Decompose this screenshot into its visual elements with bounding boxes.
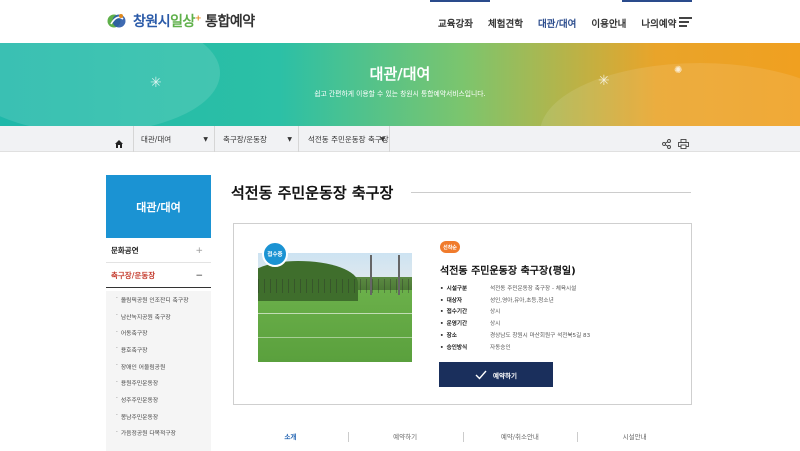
info-value: 석전동 주민운동장 축구장 - 체육시설 bbox=[490, 285, 577, 292]
check-icon bbox=[475, 370, 487, 380]
info-value: 성인,영아,유아,초등,청소년 bbox=[490, 297, 554, 304]
info-key: 승인방식 bbox=[440, 343, 490, 351]
nav-guide[interactable]: 이용안내 bbox=[591, 16, 626, 30]
tab-facility-info[interactable]: 시설안내 bbox=[577, 425, 692, 447]
info-row: 운영기간상시 bbox=[440, 317, 590, 329]
logo-main: 창원시 bbox=[133, 14, 171, 30]
topbar-accent bbox=[622, 0, 692, 2]
info-row: 승인방식자동승인 bbox=[440, 341, 590, 353]
sidebar-item[interactable]: 어동축구장 bbox=[106, 324, 211, 341]
facility-info: 시설구분석전동 주민운동장 축구장 - 체육시설 대상자성인,영아,유아,초등,… bbox=[440, 282, 591, 353]
site-logo[interactable]: 창원시일상+ 통합예약 bbox=[106, 10, 255, 32]
status-badge: 접수중 bbox=[262, 241, 288, 267]
sidebar-item[interactable]: 올림픽공원 인조잔디 축구장 bbox=[106, 291, 211, 308]
info-row: 대상자성인,영아,유아,초등,청소년 bbox=[440, 294, 590, 306]
page-title: 석전동 주민운동장 축구장 bbox=[231, 184, 394, 202]
breadcrumb-level3[interactable]: 석전동 주민운동장 축구장 ▼ bbox=[298, 126, 390, 152]
hero-subtitle: 쉽고 간편하게 이용할 수 있는 창원시 통합예약서비스입니다. bbox=[314, 90, 486, 98]
info-key: 운영기간 bbox=[440, 319, 490, 327]
site-header: 창원시일상+ 통합예약 교육강좌 체험견학 대관/대여 이용안내 나의예약 bbox=[0, 0, 800, 43]
sidebar-category-label: 문화공연 bbox=[111, 246, 139, 255]
tab-intro[interactable]: 소개 bbox=[233, 425, 348, 447]
caret-down-icon: ▼ bbox=[380, 136, 385, 143]
info-value: 상시 bbox=[490, 309, 501, 316]
info-key: 접수기간 bbox=[440, 307, 490, 315]
nav-experience[interactable]: 체험견학 bbox=[488, 16, 523, 30]
logo-text: 창원시일상+ 통합예약 bbox=[133, 11, 255, 31]
sidebar-item[interactable]: 가음정공원 다목적구장 bbox=[106, 425, 211, 442]
breadcrumb-level1[interactable]: 대관/대여 ▼ bbox=[133, 126, 214, 152]
facility-name: 석전동 주민운동장 축구장(평일) bbox=[440, 266, 576, 277]
home-icon[interactable] bbox=[114, 134, 124, 148]
facility-photo bbox=[258, 253, 412, 362]
hero-title: 대관/대여 bbox=[369, 65, 431, 83]
info-key: 장소 bbox=[440, 331, 490, 339]
breadcrumb-level3-label: 석전동 주민운동장 축구장 bbox=[308, 134, 389, 144]
caret-down-icon: ▼ bbox=[287, 136, 292, 143]
caret-down-icon: ▼ bbox=[203, 136, 208, 143]
info-row: 장소경상남도 창원시 마산회원구 석전북5길 83 bbox=[440, 329, 591, 341]
breadcrumb-level1-label: 대관/대여 bbox=[141, 134, 172, 144]
sidebar-item[interactable]: 장애인 어울림공원 bbox=[106, 358, 211, 375]
sidebar-category-sports[interactable]: 축구장/운동장 − bbox=[106, 264, 211, 288]
expand-icon: + bbox=[195, 245, 203, 256]
info-row: 접수기간상시 bbox=[440, 306, 590, 318]
sidebar-item[interactable]: 성주주민운동장 bbox=[106, 391, 211, 408]
info-key: 대상자 bbox=[440, 296, 490, 304]
first-come-badge: 선착순 bbox=[440, 241, 460, 253]
sidebar-item[interactable]: 봉남주민운동장 bbox=[106, 408, 211, 425]
breadcrumb-level2-label: 축구장/운동장 bbox=[223, 134, 267, 144]
hero-banner: ✳ ✳ ✺ 대관/대여 쉽고 간편하게 이용할 수 있는 창원시 통합예약서비스… bbox=[0, 43, 800, 126]
print-icon[interactable] bbox=[678, 134, 689, 153]
nav-education[interactable]: 교육강좌 bbox=[438, 16, 473, 30]
nav-rental[interactable]: 대관/대여 bbox=[538, 16, 576, 30]
breadcrumb-level2[interactable]: 축구장/운동장 ▼ bbox=[214, 126, 298, 152]
menu-icon[interactable] bbox=[679, 17, 692, 27]
tab-reserve[interactable]: 예약하기 bbox=[347, 425, 463, 447]
logo-accent: 일상 bbox=[170, 14, 195, 30]
city-emblem-icon bbox=[106, 10, 128, 32]
info-value: 경상남도 창원시 마산회원구 석전북5길 83 bbox=[490, 333, 591, 340]
share-icon[interactable] bbox=[662, 134, 671, 153]
logo-tail: 통합예약 bbox=[205, 14, 255, 30]
topbar-accent bbox=[430, 0, 490, 2]
content-tabs: 소개 예약하기 예약/취소안내 시설안내 bbox=[233, 425, 692, 447]
collapse-icon: − bbox=[195, 270, 203, 281]
sidebar-item[interactable]: 용호축구장 bbox=[106, 341, 211, 358]
main-nav: 교육강좌 체험견학 대관/대여 이용안내 나의예약 bbox=[438, 16, 691, 30]
sidebar-item[interactable]: 용원주민운동장 bbox=[106, 374, 211, 391]
info-row: 시설구분석전동 주민운동장 축구장 - 체육시설 bbox=[440, 282, 590, 294]
sidebar-header: 대관/대여 bbox=[106, 175, 211, 238]
reserve-button-label: 예약하기 bbox=[493, 371, 517, 380]
title-divider bbox=[411, 192, 691, 193]
tab-cancel-guide[interactable]: 예약/취소안내 bbox=[462, 425, 578, 447]
nav-my-reservation[interactable]: 나의예약 bbox=[641, 16, 676, 30]
breadcrumb: 대관/대여 ▼ 축구장/운동장 ▼ 석전동 주민운동장 축구장 ▼ bbox=[0, 126, 800, 152]
info-value: 상시 bbox=[490, 321, 501, 328]
sidebar-category-culture[interactable]: 문화공연 + bbox=[106, 239, 211, 263]
logo-sup: + bbox=[194, 13, 202, 23]
sidebar-category-label: 축구장/운동장 bbox=[111, 271, 156, 280]
sidebar-item[interactable]: 남산녹지공원 축구장 bbox=[106, 308, 211, 325]
info-key: 시설구분 bbox=[440, 284, 490, 292]
info-value: 자동승인 bbox=[490, 344, 511, 351]
sidebar-facility-list: 올림픽공원 인조잔디 축구장 남산녹지공원 축구장 어동축구장 용호축구장 장애… bbox=[106, 291, 211, 451]
reserve-button[interactable]: 예약하기 bbox=[439, 362, 553, 387]
